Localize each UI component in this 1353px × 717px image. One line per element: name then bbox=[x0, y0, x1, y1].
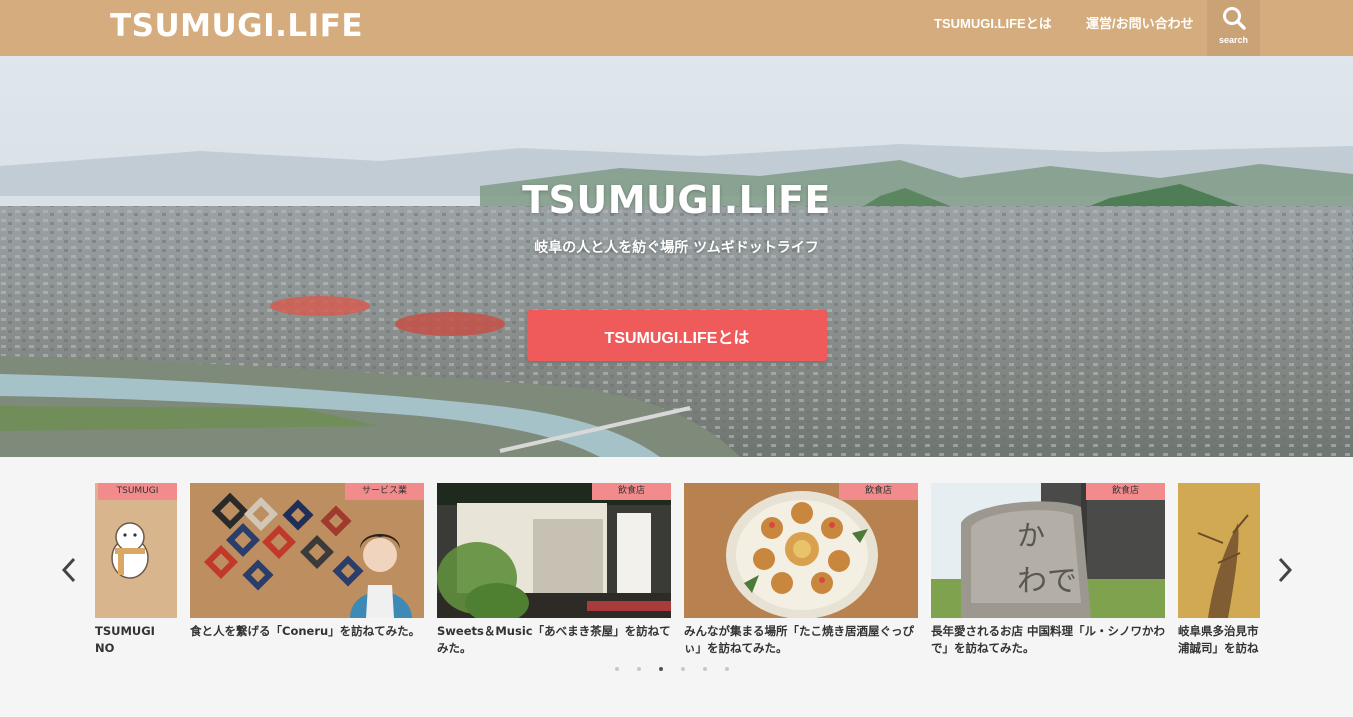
article-card[interactable]: か わで 飲食店 長年愛されるお店 中国料理「ル・シノワかわで」を訪ねてみた。 bbox=[931, 483, 1165, 657]
article-title[interactable]: 長年愛されるお店 中国料理「ル・シノワかわで」を訪ねてみた。 bbox=[931, 623, 1165, 657]
article-thumbnail[interactable]: サービス業 bbox=[190, 483, 424, 618]
article-thumbnail[interactable]: 飲食店 bbox=[437, 483, 671, 618]
article-title[interactable]: Sweets＆Music「あべまき茶屋」を訪ねてみた。 bbox=[437, 623, 671, 657]
svg-text:わで: わで bbox=[1017, 564, 1077, 599]
article-thumbnail[interactable]: 飲食店 bbox=[684, 483, 918, 618]
search-label: search bbox=[1218, 35, 1249, 45]
article-title[interactable]: TSUMUGI NO bbox=[95, 623, 177, 657]
carousel-dot-active[interactable] bbox=[659, 667, 663, 671]
site-header: TSUMUGI.LIFE TSUMUGI.LIFEとは 運営/お問い合わせ se… bbox=[0, 0, 1353, 56]
about-cta-button[interactable]: TSUMUGI.LIFEとは bbox=[527, 310, 827, 361]
article-thumbnail[interactable] bbox=[1178, 483, 1260, 618]
article-carousel: TSUMUGI TSUMUGI NO サービス業 食と人を繋げる「Coneru」… bbox=[0, 457, 1353, 717]
category-badge: TSUMUGI bbox=[98, 483, 177, 500]
category-badge: 飲食店 bbox=[592, 483, 671, 500]
carousel-dot[interactable] bbox=[637, 667, 641, 671]
article-card[interactable]: サービス業 食と人を繋げる「Coneru」を訪ねてみた。 bbox=[190, 483, 424, 640]
nav-about-link[interactable]: TSUMUGI.LIFEとは bbox=[934, 13, 1052, 32]
article-card[interactable]: TSUMUGI TSUMUGI NO bbox=[95, 483, 177, 657]
article-thumbnail[interactable]: TSUMUGI bbox=[95, 483, 177, 618]
carousel-dot[interactable] bbox=[703, 667, 707, 671]
hero-banner: TSUMUGI.LIFE 岐阜の人と人を紡ぐ場所 ツムギドットライフ TSUMU… bbox=[0, 56, 1353, 457]
carousel-dot[interactable] bbox=[681, 667, 685, 671]
category-badge: 飲食店 bbox=[1086, 483, 1165, 500]
carousel-pagination bbox=[615, 667, 747, 671]
hero-title: TSUMUGI.LIFE bbox=[522, 178, 831, 222]
search-icon bbox=[1222, 7, 1246, 30]
carousel-dot[interactable] bbox=[725, 667, 729, 671]
article-thumbnail[interactable]: か わで 飲食店 bbox=[931, 483, 1165, 618]
article-card[interactable]: 飲食店 みんなが集まる場所「たこ焼き居酒屋ぐっぴぃ」を訪ねてみた。 bbox=[684, 483, 918, 657]
search-button[interactable]: search bbox=[1207, 0, 1260, 56]
category-badge: 飲食店 bbox=[839, 483, 918, 500]
article-title[interactable]: 岐阜県多治見市浦誠司」を訪ね bbox=[1178, 623, 1260, 657]
svg-text:か: か bbox=[1017, 519, 1045, 552]
carousel-track: TSUMUGI TSUMUGI NO サービス業 食と人を繋げる「Coneru」… bbox=[95, 483, 1260, 663]
category-badge: サービス業 bbox=[345, 483, 424, 500]
article-card[interactable]: 飲食店 Sweets＆Music「あべまき茶屋」を訪ねてみた。 bbox=[437, 483, 671, 657]
hero-subtitle: 岐阜の人と人を紡ぐ場所 ツムギドットライフ bbox=[534, 240, 819, 256]
article-card[interactable]: 岐阜県多治見市浦誠司」を訪ね bbox=[1178, 483, 1260, 657]
nav-contact-link[interactable]: 運営/お問い合わせ bbox=[1086, 13, 1194, 32]
chevron-right-icon[interactable] bbox=[1272, 555, 1296, 585]
article-title[interactable]: みんなが集まる場所「たこ焼き居酒屋ぐっぴぃ」を訪ねてみた。 bbox=[684, 623, 918, 657]
site-logo[interactable]: TSUMUGI.LIFE bbox=[110, 8, 363, 44]
carousel-dot[interactable] bbox=[615, 667, 619, 671]
chevron-left-icon[interactable] bbox=[58, 555, 82, 585]
article-title[interactable]: 食と人を繋げる「Coneru」を訪ねてみた。 bbox=[190, 623, 424, 640]
